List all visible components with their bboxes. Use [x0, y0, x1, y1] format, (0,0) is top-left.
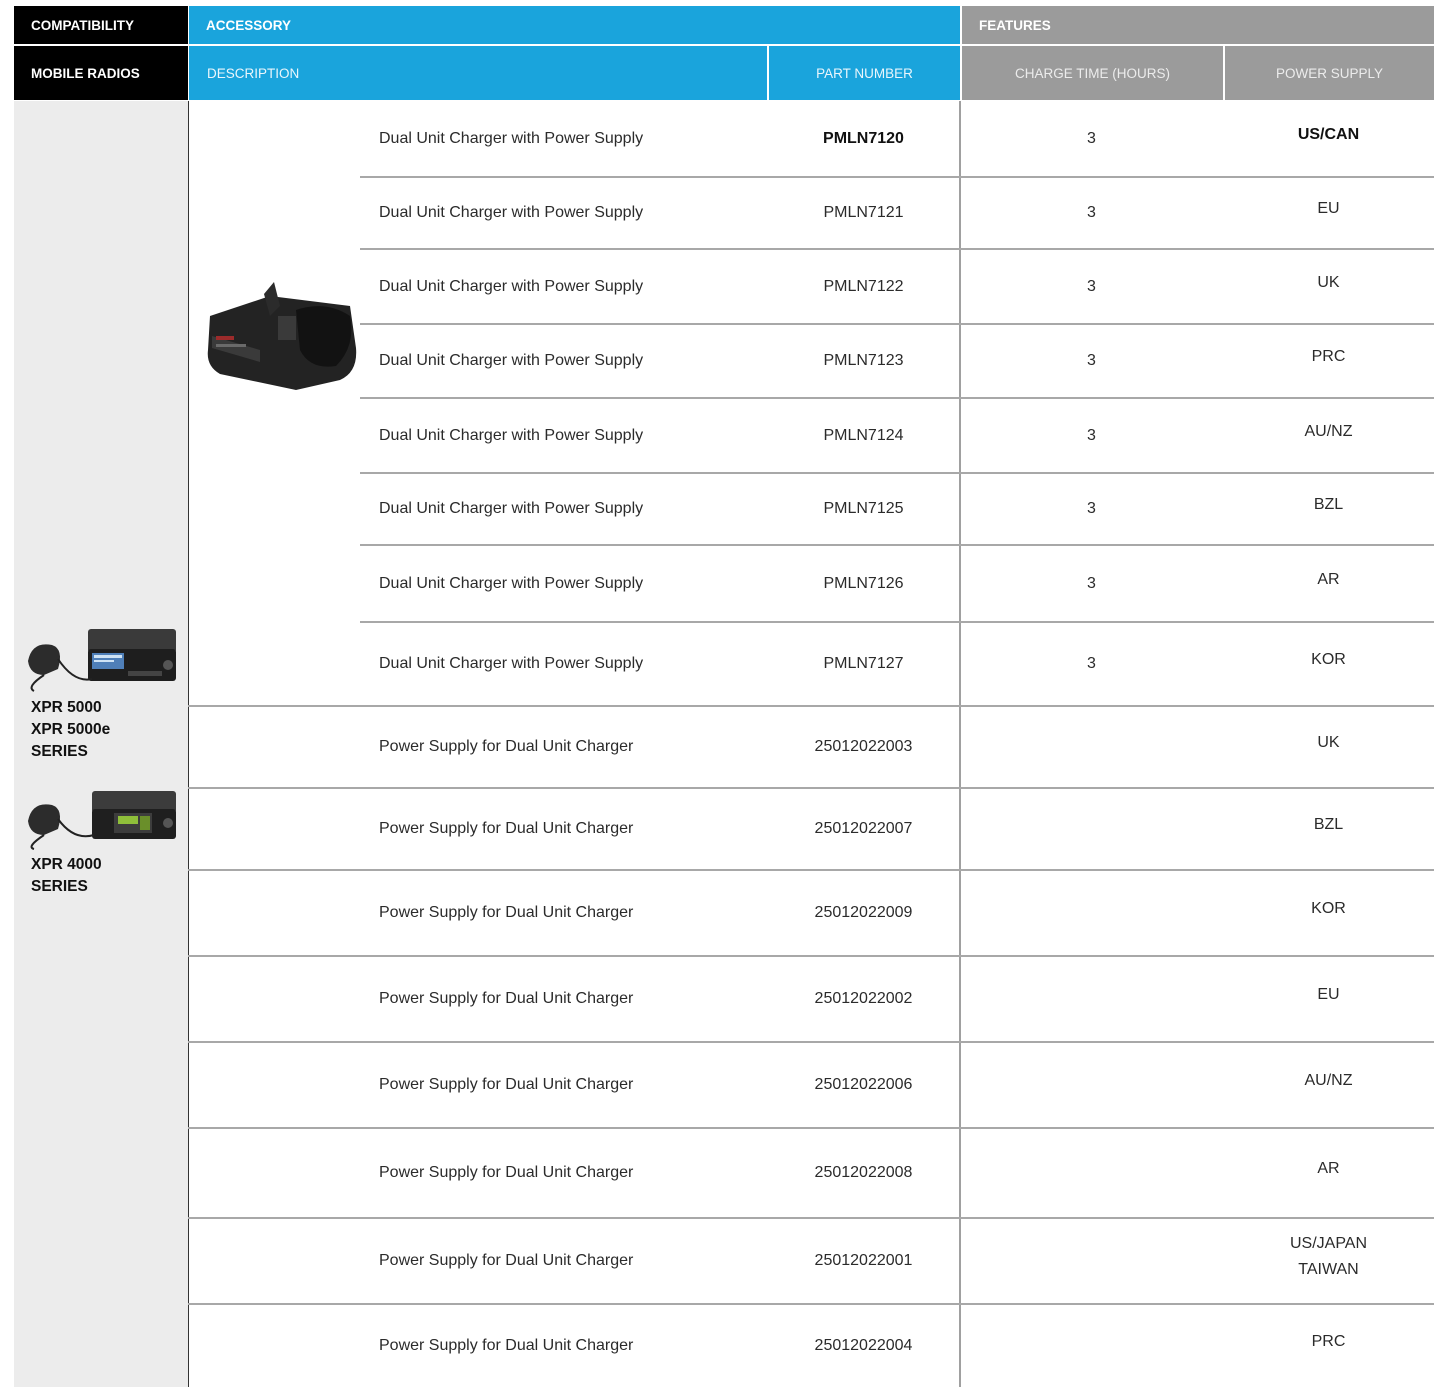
row-power-supply: AU/NZ: [1304, 1072, 1353, 1089]
row-part-number: 25012022003: [814, 738, 913, 755]
row-description: Dual Unit Charger with Power Supply: [379, 204, 644, 221]
header-mobile-radios-label: MOBILE RADIOS: [31, 65, 140, 81]
header-part-number-label: PART NUMBER: [816, 65, 913, 81]
header-part-number: PART NUMBER: [767, 46, 960, 100]
row-description: Power Supply for Dual Unit Charger: [379, 1252, 634, 1269]
xpr4000-label: XPR 4000 SERIES: [31, 854, 102, 898]
row-power-supply: KOR: [1311, 651, 1346, 668]
header-charge-time-label: CHARGE TIME (HOURS): [1014, 65, 1170, 81]
row-charge-time: 3: [1087, 204, 1096, 221]
row-description: Dual Unit Charger with Power Supply: [379, 574, 644, 592]
row-power-supply: UK: [1317, 734, 1340, 751]
row-charge-time: [960, 1042, 1223, 1128]
row-charge-time: [960, 706, 1223, 788]
header-power-supply-label: POWER SUPPLY: [1275, 65, 1384, 81]
row-power-supply: AR: [1317, 570, 1340, 588]
row-charge-time: 3: [1087, 500, 1096, 517]
row-power-supply: AR: [1317, 1160, 1340, 1177]
row-description: Power Supply for Dual Unit Charger: [379, 1164, 634, 1181]
row-description: Power Supply for Dual Unit Charger: [379, 738, 634, 755]
row-power-supply: UK: [1317, 273, 1340, 291]
row-description: Dual Unit Charger with Power Supply: [379, 426, 644, 444]
xpr5000-label: XPR 5000 XPR 5000e SERIES: [31, 697, 110, 763]
row-description: Power Supply for Dual Unit Charger: [379, 904, 634, 921]
xpr5000-line3: SERIES: [31, 743, 88, 760]
row-charge-time: 3: [1087, 655, 1096, 672]
row-power-supply: BZL: [1313, 816, 1344, 833]
row-part-number: 25012022002: [814, 990, 913, 1007]
row-part-number: PMLN7120: [823, 130, 904, 147]
row-part-number: PMLN7124: [823, 426, 904, 444]
row-part-number: PMLN7125: [823, 500, 904, 517]
row-charge-time: [960, 956, 1223, 1042]
row-description: Dual Unit Charger with Power Supply: [379, 500, 644, 517]
header-accessory-label: ACCESSORY: [206, 17, 292, 33]
row-part-number: PMLN7127: [823, 655, 904, 672]
header-description-label: DESCRIPTION: [207, 65, 300, 81]
row-part-number: 25012022009: [814, 904, 913, 921]
row-part-number: 25012022007: [814, 820, 913, 837]
row-charge-time: 3: [1087, 130, 1096, 147]
row-part-number: PMLN7126: [823, 574, 904, 592]
row-power-supply: EU: [1317, 200, 1340, 217]
row-part-number: 25012022008: [814, 1164, 913, 1181]
header-accessory: ACCESSORY: [188, 6, 960, 44]
row-part-number: PMLN7121: [823, 204, 904, 221]
row-description: Power Supply for Dual Unit Charger: [379, 1076, 634, 1093]
xpr5000-radio-image: [28, 629, 176, 692]
row-charge-time: [960, 1128, 1223, 1218]
row-description: Power Supply for Dual Unit Charger: [379, 1336, 634, 1354]
xpr4000-radio-image: [28, 791, 176, 850]
xpr4000-line2: SERIES: [31, 878, 88, 895]
row-power-supply: PRC: [1311, 1332, 1346, 1350]
row-charge-time: [960, 1218, 1223, 1304]
header-compatibility-label: COMPATIBILITY: [31, 17, 134, 33]
row-power-supply: KOR: [1311, 900, 1346, 917]
header-features: FEATURES: [960, 6, 1434, 44]
row-part-number: PMLN7122: [823, 277, 904, 295]
xpr5000-line2: XPR 5000e: [31, 721, 111, 738]
header-power-supply: POWER SUPPLY: [1223, 46, 1434, 100]
header-charge-time: CHARGE TIME (HOURS): [960, 46, 1223, 100]
row-power-supply: EU: [1317, 986, 1340, 1003]
row-charge-time: [960, 870, 1223, 956]
row-charge-time: 3: [1087, 352, 1096, 369]
row-description: Dual Unit Charger with Power Supply: [379, 277, 644, 295]
row-description: Dual Unit Charger with Power Supply: [379, 655, 644, 672]
row-power-supply: PRC: [1311, 348, 1346, 365]
row-power-supply: US/CAN: [1297, 126, 1360, 143]
row-charge-time: [960, 1304, 1223, 1387]
row-power-supply: AU/NZ: [1304, 422, 1353, 440]
row-charge-time: [960, 788, 1223, 870]
row-part-number: PMLN7123: [823, 352, 904, 369]
row-part-number: 25012022001: [814, 1252, 913, 1269]
row-description: Dual Unit Charger with Power Supply: [379, 352, 644, 369]
header-features-label: FEATURES: [979, 17, 1051, 33]
header-compatibility: COMPATIBILITY: [14, 6, 188, 44]
row-part-number: 25012022006: [814, 1076, 913, 1093]
row-power-supply: US/JAPAN TAIWAN: [1289, 1235, 1368, 1278]
row-description: Power Supply for Dual Unit Charger: [379, 820, 634, 837]
charger-image: [207, 282, 357, 390]
xpr5000-line1: XPR 5000: [31, 699, 102, 716]
row-charge-time: 3: [1087, 574, 1096, 592]
header-mobile-radios: MOBILE RADIOS: [14, 46, 188, 100]
row-charge-time: 3: [1087, 277, 1096, 295]
row-charge-time: 3: [1087, 426, 1096, 444]
row-description: Dual Unit Charger with Power Supply: [379, 130, 644, 147]
row-description: Power Supply for Dual Unit Charger: [379, 990, 634, 1007]
row-power-supply: BZL: [1313, 496, 1344, 513]
header-description: DESCRIPTION: [188, 46, 767, 100]
xpr4000-line1: XPR 4000: [31, 856, 102, 873]
row-part-number: 25012022004: [814, 1336, 913, 1354]
